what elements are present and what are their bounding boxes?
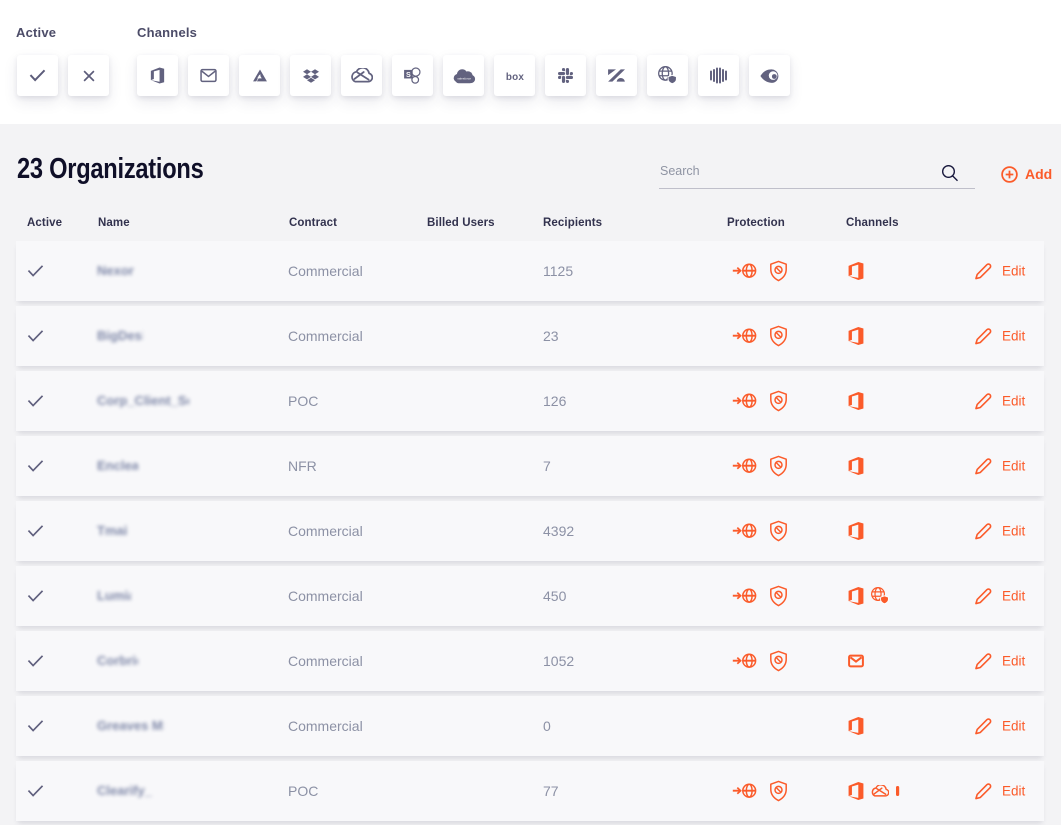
svg-text:S: S — [406, 71, 411, 79]
svg-text:box: box — [505, 71, 523, 82]
svg-text:salesforce: salesforce — [457, 76, 471, 80]
